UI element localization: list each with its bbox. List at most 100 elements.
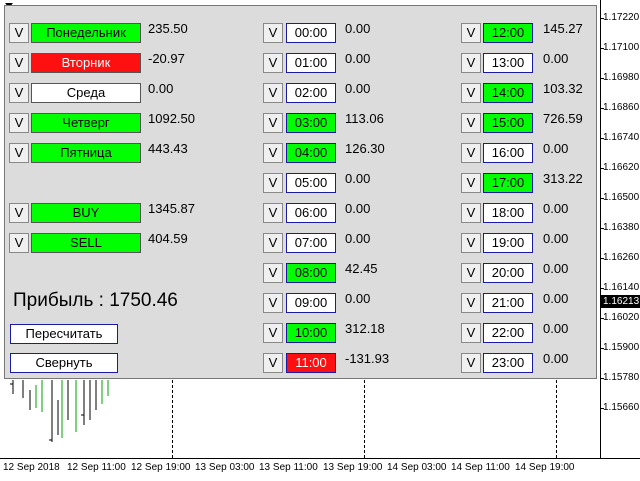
hour-toggle[interactable]: V (263, 53, 283, 73)
hour-profit-value: 113.06 (345, 111, 384, 126)
hour-button[interactable]: 00:00 (286, 23, 336, 43)
hour-toggle[interactable]: V (263, 353, 283, 373)
stats-panel: Прибыль : 1750.46 Пересчитать Свернуть V… (4, 5, 597, 379)
hour-profit-value: 0.00 (543, 321, 569, 336)
day-profit-value: 443.43 (148, 141, 188, 156)
price-tick-label: 1.15900 (603, 342, 640, 353)
day-button[interactable]: Пятница (31, 143, 141, 163)
hour-toggle[interactable]: V (263, 203, 283, 223)
day-toggle[interactable]: V (9, 143, 29, 163)
day-toggle[interactable]: V (9, 23, 29, 43)
hour-toggle[interactable]: V (263, 23, 283, 43)
hour-button[interactable]: 13:00 (483, 53, 533, 73)
hour-button[interactable]: 23:00 (483, 353, 533, 373)
hour-toggle[interactable]: V (461, 113, 481, 133)
hour-toggle[interactable]: V (263, 233, 283, 253)
hour-profit-value: 0.00 (543, 51, 569, 66)
hour-toggle[interactable]: V (263, 113, 283, 133)
hour-profit-value: 313.22 (543, 171, 583, 186)
hour-toggle[interactable]: V (461, 293, 481, 313)
hour-toggle[interactable]: V (263, 293, 283, 313)
price-tick (600, 48, 604, 49)
hour-button[interactable]: 21:00 (483, 293, 533, 313)
hour-button[interactable]: 03:00 (286, 113, 336, 133)
day-button[interactable]: Вторник (31, 53, 141, 73)
hour-toggle[interactable]: V (461, 53, 481, 73)
price-tick (600, 258, 604, 259)
price-tick-label: 1.15660 (603, 402, 640, 413)
hour-button[interactable]: 06:00 (286, 203, 336, 223)
hour-button[interactable]: 16:00 (483, 143, 533, 163)
hour-profit-value: 0.00 (543, 261, 569, 276)
hour-button[interactable]: 07:00 (286, 233, 336, 253)
collapse-button[interactable]: Свернуть (10, 353, 118, 373)
price-tick-label: 1.16860 (603, 102, 640, 113)
hour-profit-value: 0.00 (345, 21, 371, 36)
hour-profit-value: 312.18 (345, 321, 385, 336)
day-button[interactable]: Четверг (31, 113, 141, 133)
day-toggle[interactable]: V (9, 53, 29, 73)
hour-button[interactable]: 15:00 (483, 113, 533, 133)
hour-button[interactable]: 05:00 (286, 173, 336, 193)
price-tick-label: 1.16980 (603, 72, 640, 83)
price-tick (600, 378, 604, 379)
hour-button[interactable]: 02:00 (286, 83, 336, 103)
day-toggle[interactable]: V (9, 113, 29, 133)
hour-profit-value: 126.30 (345, 141, 385, 156)
day-profit-value: -20.97 (148, 51, 185, 66)
hour-button[interactable]: 12:00 (483, 23, 533, 43)
hour-button[interactable]: 04:00 (286, 143, 336, 163)
trade-profit-value: 1345.87 (148, 201, 195, 216)
day-toggle[interactable]: V (9, 83, 29, 103)
recalculate-button[interactable]: Пересчитать (10, 324, 118, 344)
trade-button[interactable]: BUY (31, 203, 141, 223)
hour-toggle[interactable]: V (461, 203, 481, 223)
hour-button[interactable]: 10:00 (286, 323, 336, 343)
time-tick-label: 12 Sep 19:00 (131, 462, 191, 473)
hour-toggle[interactable]: V (263, 83, 283, 103)
day-button[interactable]: Понедельник (31, 23, 141, 43)
hour-toggle[interactable]: V (263, 143, 283, 163)
price-tick (600, 168, 604, 169)
hour-button[interactable]: 17:00 (483, 173, 533, 193)
hour-toggle[interactable]: V (461, 143, 481, 163)
hour-profit-value: 42.45 (345, 261, 378, 276)
hour-button[interactable]: 18:00 (483, 203, 533, 223)
trade-button[interactable]: SELL (31, 233, 141, 253)
hour-profit-value: 0.00 (345, 51, 371, 66)
hour-button[interactable]: 22:00 (483, 323, 533, 343)
hour-toggle[interactable]: V (461, 323, 481, 343)
hour-toggle[interactable]: V (461, 353, 481, 373)
trade-profit-value: 404.59 (148, 231, 188, 246)
price-tick-label: 1.17220 (603, 12, 640, 23)
price-tick-label: 1.16140 (603, 282, 640, 293)
price-tick (600, 228, 604, 229)
hour-toggle[interactable]: V (461, 23, 481, 43)
hour-toggle[interactable]: V (263, 173, 283, 193)
hour-button[interactable]: 11:00 (286, 353, 336, 373)
hour-button[interactable]: 01:00 (286, 53, 336, 73)
price-tick-label: 1.16020 (603, 312, 640, 323)
hour-toggle[interactable]: V (263, 263, 283, 283)
hour-button[interactable]: 14:00 (483, 83, 533, 103)
hour-button[interactable]: 09:00 (286, 293, 336, 313)
price-tick-label: 1.16740 (603, 132, 640, 143)
current-price-label: 1.16213 (600, 295, 640, 308)
hour-button[interactable]: 19:00 (483, 233, 533, 253)
time-tick-label: 13 Sep 03:00 (195, 462, 255, 473)
day-profit-value: 235.50 (148, 21, 188, 36)
profit-total: Прибыль : 1750.46 (13, 290, 178, 311)
hour-button[interactable]: 08:00 (286, 263, 336, 283)
day-button[interactable]: Среда (31, 83, 141, 103)
hour-profit-value: -131.93 (345, 351, 390, 366)
hour-toggle[interactable]: V (461, 173, 481, 193)
hour-button[interactable]: 20:00 (483, 263, 533, 283)
hour-profit-value: 0.00 (345, 201, 371, 216)
hour-toggle[interactable]: V (263, 323, 283, 343)
hour-toggle[interactable]: V (461, 83, 481, 103)
hour-toggle[interactable]: V (461, 263, 481, 283)
trade-toggle[interactable]: V (9, 233, 29, 253)
price-tick (600, 138, 604, 139)
trade-toggle[interactable]: V (9, 203, 29, 223)
hour-toggle[interactable]: V (461, 233, 481, 253)
